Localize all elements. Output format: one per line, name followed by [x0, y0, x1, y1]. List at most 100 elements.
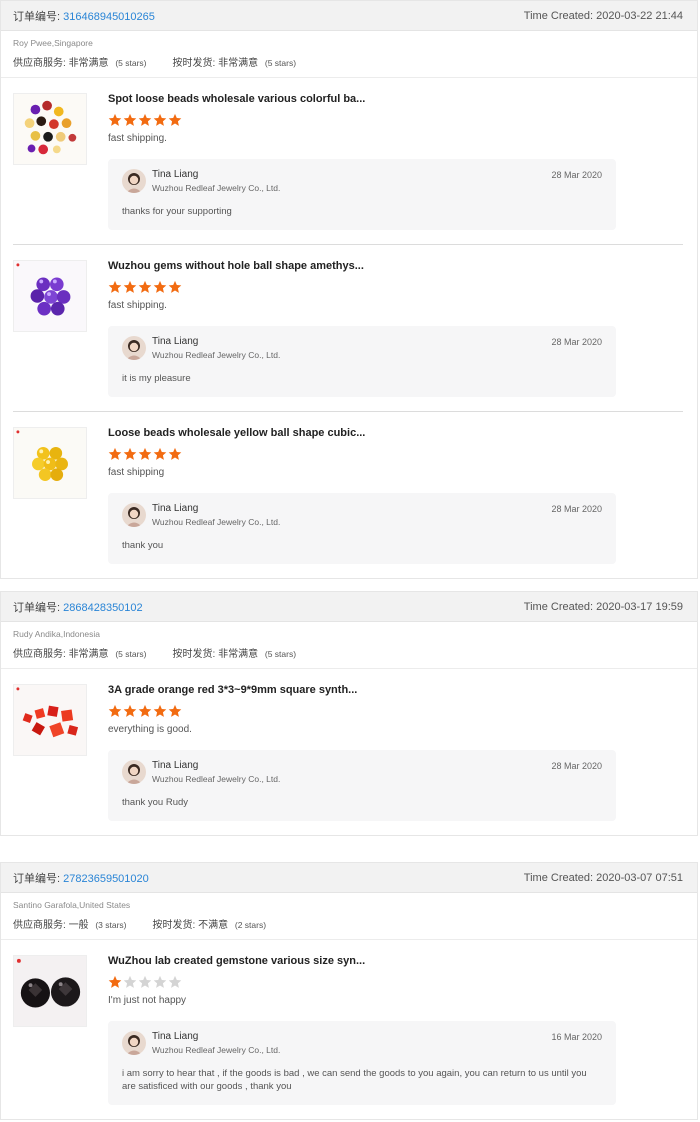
- order-header: 订单编号: 27823659501020 Time Created: 2020-…: [1, 863, 697, 893]
- star-empty-icon: [168, 975, 182, 989]
- avatar: [122, 760, 146, 784]
- buyer-name: Santino Garafola,United States: [13, 900, 131, 910]
- star-filled-icon: [138, 113, 152, 127]
- reply-author-name: Tina Liang: [152, 1031, 199, 1042]
- order-ratings: 供应商服务: 非常满意 (5 stars) 按时发货: 非常满意 (5 star…: [13, 645, 685, 660]
- yellow-balls-image: [14, 428, 86, 498]
- supplier-service-value: 非常满意: [68, 649, 109, 660]
- reply-author-name: Tina Liang: [152, 336, 199, 347]
- avatar: [122, 1031, 146, 1055]
- order-time-created: Time Created: 2020-03-17 19:59: [523, 600, 683, 613]
- reply-author-name: Tina Liang: [152, 169, 199, 180]
- order-card: 订单编号: 2868428350102 Time Created: 2020-0…: [0, 591, 698, 836]
- star-filled-icon: [123, 280, 137, 294]
- product-thumbnail[interactable]: [13, 955, 87, 1027]
- review-content: Loose beads wholesale yellow ball shape …: [108, 426, 683, 564]
- reply-text: i am sorry to hear that , if the goods i…: [122, 1068, 587, 1092]
- review-content: WuZhou lab created gemstone various size…: [108, 954, 683, 1105]
- reply-author-company: Wuzhou Redleaf Jewelry Co., Ltd.: [152, 517, 281, 527]
- reply-text: it is my pleasure: [122, 373, 191, 384]
- avatar: [122, 336, 146, 360]
- supplier-service-label: 供应商服务:: [13, 649, 66, 660]
- colorful-beads-image: [14, 94, 86, 164]
- buyer-comment: fast shipping.: [108, 133, 167, 144]
- product-thumbnail[interactable]: [13, 684, 87, 756]
- amethyst-balls-image: [14, 261, 86, 331]
- star-filled-icon: [108, 280, 122, 294]
- product-rating-stars: [108, 113, 683, 127]
- star-filled-icon: [123, 113, 137, 127]
- order-ratings: 供应商服务: 一般 (3 stars) 按时发货: 不满意 (2 stars): [13, 916, 685, 931]
- star-filled-icon: [138, 447, 152, 461]
- orange-red-square-stones-image: [14, 685, 86, 755]
- supplier-service-label: 供应商服务:: [13, 920, 66, 931]
- product-title-link[interactable]: Spot loose beads wholesale various color…: [108, 92, 683, 106]
- on-time-shipping-label: 按时发货:: [172, 649, 216, 660]
- reply-author-name: Tina Liang: [152, 760, 199, 771]
- buyer-comment: everything is good.: [108, 724, 192, 735]
- order-number-link[interactable]: 2868428350102: [63, 602, 143, 614]
- buyer-info: Roy Pwee,Singapore 供应商服务: 非常满意 (5 stars)…: [1, 31, 697, 78]
- order-number-link[interactable]: 316468945010265: [63, 11, 155, 23]
- on-time-shipping-rating: 按时发货: 非常满意 (5 stars): [173, 54, 297, 69]
- star-filled-icon: [123, 447, 137, 461]
- star-empty-icon: [153, 975, 167, 989]
- product-thumbnail[interactable]: [13, 427, 87, 499]
- on-time-shipping-label: 按时发货:: [152, 920, 196, 931]
- reply-text: thank you Rudy: [122, 797, 189, 808]
- order-number-link[interactable]: 27823659501020: [63, 873, 149, 885]
- order-card: 订单编号: 27823659501020 Time Created: 2020-…: [0, 862, 698, 1120]
- buyer-comment: fast shipping.: [108, 300, 167, 311]
- on-time-shipping-stars: (2 stars): [234, 920, 267, 930]
- reply-author-company: Wuzhou Redleaf Jewelry Co., Ltd.: [152, 183, 281, 193]
- black-gemstones-image: [14, 956, 86, 1026]
- avatar: [122, 503, 146, 527]
- product-rating-stars: [108, 975, 683, 989]
- star-filled-icon: [168, 280, 182, 294]
- review-content: 3A grade orange red 3*3~9*9mm square syn…: [108, 683, 683, 821]
- order-number-field: 订单编号: 2868428350102: [13, 599, 143, 615]
- on-time-shipping-rating: 按时发货: 不满意 (2 stars): [153, 916, 267, 931]
- review-content: Wuzhou gems without hole ball shape amet…: [108, 259, 683, 397]
- star-empty-icon: [138, 975, 152, 989]
- star-filled-icon: [153, 447, 167, 461]
- order-number-label: 订单编号:: [13, 10, 61, 23]
- seller-reply: Tina Liang Wuzhou Redleaf Jewelry Co., L…: [108, 159, 616, 230]
- review-item: Spot loose beads wholesale various color…: [13, 78, 683, 245]
- star-filled-icon: [108, 447, 122, 461]
- product-title-link[interactable]: 3A grade orange red 3*3~9*9mm square syn…: [108, 683, 683, 697]
- product-title-link[interactable]: Loose beads wholesale yellow ball shape …: [108, 426, 683, 440]
- reply-author-company: Wuzhou Redleaf Jewelry Co., Ltd.: [152, 1045, 281, 1055]
- avatar: [122, 169, 146, 193]
- reply-author-company: Wuzhou Redleaf Jewelry Co., Ltd.: [152, 774, 281, 784]
- buyer-name: Rudy Andika,Indonesia: [13, 629, 100, 639]
- order-card: 订单编号: 316468945010265 Time Created: 2020…: [0, 0, 698, 579]
- on-time-shipping-stars: (5 stars): [264, 649, 297, 659]
- star-filled-icon: [168, 447, 182, 461]
- supplier-service-stars: (3 stars): [95, 920, 127, 930]
- product-title-link[interactable]: WuZhou lab created gemstone various size…: [108, 954, 683, 968]
- star-filled-icon: [138, 280, 152, 294]
- supplier-service-stars: (5 stars): [115, 58, 147, 68]
- order-header: 订单编号: 316468945010265 Time Created: 2020…: [1, 1, 697, 31]
- on-time-shipping-stars: (5 stars): [264, 58, 297, 68]
- buyer-info: Santino Garafola,United States 供应商服务: 一般…: [1, 893, 697, 940]
- review-content: Spot loose beads wholesale various color…: [108, 92, 683, 230]
- review-item: WuZhou lab created gemstone various size…: [13, 940, 683, 1105]
- review-item: Loose beads wholesale yellow ball shape …: [13, 412, 683, 564]
- supplier-service-rating: 供应商服务: 非常满意 (5 stars): [13, 645, 147, 660]
- seller-reply: Tina Liang Wuzhou Redleaf Jewelry Co., L…: [108, 1021, 616, 1105]
- product-thumbnail[interactable]: [13, 260, 87, 332]
- star-filled-icon: [153, 113, 167, 127]
- product-thumbnail[interactable]: [13, 93, 87, 165]
- order-header: 订单编号: 2868428350102 Time Created: 2020-0…: [1, 592, 697, 622]
- reply-date: 28 Mar 2020: [551, 170, 602, 180]
- reply-author-name: Tina Liang: [152, 503, 199, 514]
- reply-date: 16 Mar 2020: [551, 1032, 602, 1042]
- buyer-info: Rudy Andika,Indonesia 供应商服务: 非常满意 (5 sta…: [1, 622, 697, 669]
- reply-date: 28 Mar 2020: [551, 761, 602, 771]
- supplier-service-value: 非常满意: [68, 58, 109, 69]
- order-time-created: Time Created: 2020-03-07 07:51: [523, 871, 683, 884]
- product-title-link[interactable]: Wuzhou gems without hole ball shape amet…: [108, 259, 683, 273]
- star-filled-icon: [153, 704, 167, 718]
